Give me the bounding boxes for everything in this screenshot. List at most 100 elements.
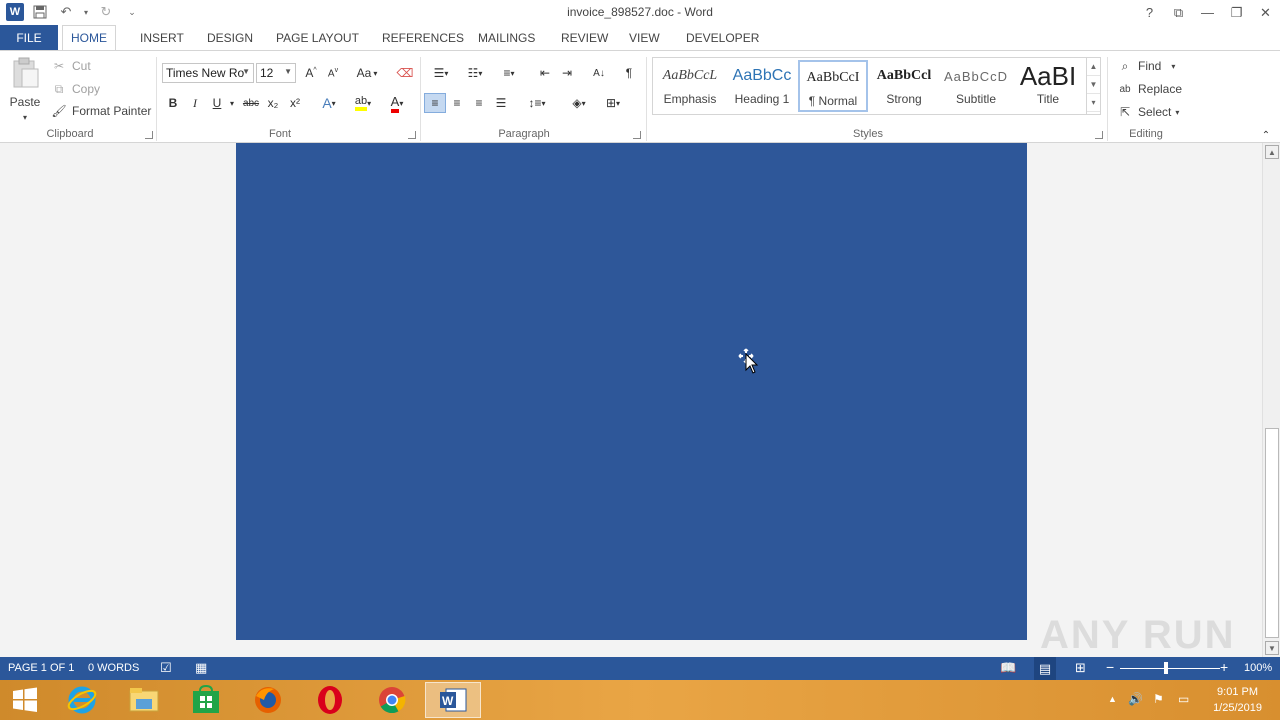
numbering-button[interactable]: ☷ ▾: [460, 63, 490, 83]
web-layout-icon[interactable]: ⊞: [1075, 660, 1086, 676]
macro-recording-icon[interactable]: ▦: [195, 660, 207, 676]
tab-review[interactable]: REVIEW: [553, 25, 616, 50]
taskbar-store[interactable]: [178, 682, 234, 718]
sort-button[interactable]: A↓: [588, 63, 610, 83]
proofing-icon[interactable]: ☑: [160, 660, 172, 676]
zoom-slider-thumb[interactable]: [1164, 662, 1168, 674]
zoom-slider-track[interactable]: [1120, 668, 1220, 669]
scroll-up-icon[interactable]: ▲: [1265, 145, 1279, 159]
taskbar-firefox[interactable]: [240, 682, 296, 718]
taskbar-opera[interactable]: [302, 682, 358, 718]
taskbar-chrome[interactable]: [364, 682, 420, 718]
multilevel-list-button[interactable]: ≡ ▾: [494, 63, 524, 83]
find-button[interactable]: ⌕ Find ▾: [1116, 57, 1176, 75]
close-button[interactable]: ✕: [1251, 0, 1280, 25]
collapse-ribbon-icon[interactable]: ⌃: [1255, 125, 1277, 145]
style-strong[interactable]: AaBbCcl Strong: [869, 60, 939, 112]
print-layout-icon[interactable]: ▤: [1034, 657, 1056, 680]
document-area[interactable]: ANY RUN: [0, 143, 1262, 657]
styles-dialog-launcher[interactable]: [1095, 131, 1103, 139]
cut-button[interactable]: ✂ Cut: [50, 57, 91, 75]
tab-design[interactable]: DESIGN: [199, 25, 261, 50]
style-heading-1[interactable]: AaBbCc Heading 1: [727, 60, 797, 112]
replace-button[interactable]: ab Replace: [1116, 80, 1182, 98]
grow-font-button[interactable]: A^: [300, 63, 322, 83]
paste-button[interactable]: Paste ▾: [8, 57, 42, 122]
style-subtitle[interactable]: AaBbCcD Subtitle: [941, 60, 1011, 112]
scroll-down-icon[interactable]: ▼: [1265, 641, 1279, 655]
taskbar-word[interactable]: W: [425, 682, 481, 718]
increase-indent-button[interactable]: ⇥: [556, 63, 578, 83]
chevron-up-icon[interactable]: ▲: [1087, 58, 1100, 76]
tab-mailings[interactable]: MAILINGS: [470, 25, 543, 50]
action-center-flag-icon[interactable]: ⚑: [1153, 692, 1164, 706]
font-color-button[interactable]: A ▾: [382, 93, 412, 113]
align-left-button[interactable]: ≡: [424, 93, 446, 113]
help-button[interactable]: ?: [1135, 0, 1164, 25]
change-case-button[interactable]: Aa ▾: [352, 63, 382, 83]
underline-button[interactable]: U: [206, 93, 228, 113]
strikethrough-button[interactable]: abc: [240, 93, 262, 113]
tab-references[interactable]: REFERENCES: [374, 25, 472, 50]
underline-dropdown-icon[interactable]: ▾: [226, 93, 238, 113]
ribbon-display-options-button[interactable]: ⧉: [1164, 0, 1193, 25]
paragraph-dialog-launcher[interactable]: [633, 131, 641, 139]
bullet-list-icon: ☰: [433, 66, 445, 80]
font-size-combo[interactable]: 12 ▼: [256, 63, 296, 83]
show-hide-marks-button[interactable]: ¶: [618, 63, 640, 83]
taskbar-internet-explorer[interactable]: [54, 682, 110, 718]
shrink-font-button[interactable]: Av: [322, 63, 344, 83]
page-count[interactable]: PAGE 1 OF 1: [8, 662, 74, 674]
highlight-color-button[interactable]: ab ▾: [348, 93, 378, 113]
line-spacing-button[interactable]: ↕≡ ▾: [522, 93, 552, 113]
tab-file[interactable]: FILE: [0, 25, 58, 50]
chevron-down-icon[interactable]: ▼: [1087, 76, 1100, 94]
zoom-level[interactable]: 100%: [1244, 662, 1272, 674]
vertical-scrollbar[interactable]: ▲ ▼: [1262, 143, 1280, 657]
style-normal[interactable]: AaBbCcI ¶ Normal: [798, 60, 868, 112]
system-clock[interactable]: 9:01 PM 1/25/2019: [1213, 684, 1262, 716]
borders-button[interactable]: ⊞ ▾: [598, 93, 628, 113]
tab-page-layout[interactable]: PAGE LAYOUT: [268, 25, 367, 50]
text-effects-button[interactable]: A ▾: [314, 93, 344, 113]
bullets-button[interactable]: ☰ ▾: [426, 63, 456, 83]
numbered-list-icon: ☷: [467, 66, 479, 80]
clipboard-dialog-launcher[interactable]: [145, 131, 153, 139]
justify-button[interactable]: ☰: [490, 93, 512, 113]
italic-button[interactable]: I: [184, 93, 206, 113]
scrollbar-thumb[interactable]: [1265, 428, 1279, 638]
style-title[interactable]: AaBI Title: [1013, 60, 1083, 112]
tab-home[interactable]: HOME: [62, 25, 116, 51]
bold-button[interactable]: B: [162, 93, 184, 113]
read-mode-icon[interactable]: 📖: [1000, 660, 1016, 676]
font-family-combo[interactable]: Times New Ro ▼: [162, 63, 254, 83]
format-painter-button[interactable]: 🖌 Format Painter: [50, 102, 151, 120]
tab-view[interactable]: VIEW: [621, 25, 668, 50]
word-count[interactable]: 0 WORDS: [88, 662, 139, 674]
document-page[interactable]: [236, 143, 1027, 640]
start-button[interactable]: [0, 682, 50, 718]
zoom-in-icon[interactable]: +: [1220, 659, 1228, 675]
more-styles-icon[interactable]: ▾: [1087, 94, 1100, 112]
select-button[interactable]: ⇱ Select ▾: [1116, 103, 1179, 121]
windows-logo-icon: [13, 687, 37, 712]
decrease-indent-button[interactable]: ⇤: [534, 63, 556, 83]
font-dialog-launcher[interactable]: [408, 131, 416, 139]
style-emphasis[interactable]: AaBbCcL Emphasis: [655, 60, 725, 112]
taskbar-file-explorer[interactable]: [116, 682, 172, 718]
network-icon[interactable]: ▭: [1178, 692, 1189, 706]
tab-insert[interactable]: INSERT: [132, 25, 192, 50]
shading-button[interactable]: ◈ ▾: [564, 93, 594, 113]
clear-formatting-button[interactable]: ⌫: [394, 63, 416, 83]
volume-icon[interactable]: 🔊: [1128, 692, 1143, 706]
zoom-out-icon[interactable]: −: [1106, 659, 1114, 675]
superscript-button[interactable]: x²: [284, 93, 306, 113]
subscript-button[interactable]: x₂: [262, 93, 284, 113]
tab-developer[interactable]: DEVELOPER: [678, 25, 767, 50]
restore-button[interactable]: ❐: [1222, 0, 1251, 25]
copy-button[interactable]: ⧉ Copy: [50, 80, 100, 98]
align-center-button[interactable]: ≡: [446, 93, 468, 113]
minimize-button[interactable]: —: [1193, 0, 1222, 25]
show-hidden-icons[interactable]: ▲: [1108, 694, 1117, 704]
align-right-button[interactable]: ≡: [468, 93, 490, 113]
